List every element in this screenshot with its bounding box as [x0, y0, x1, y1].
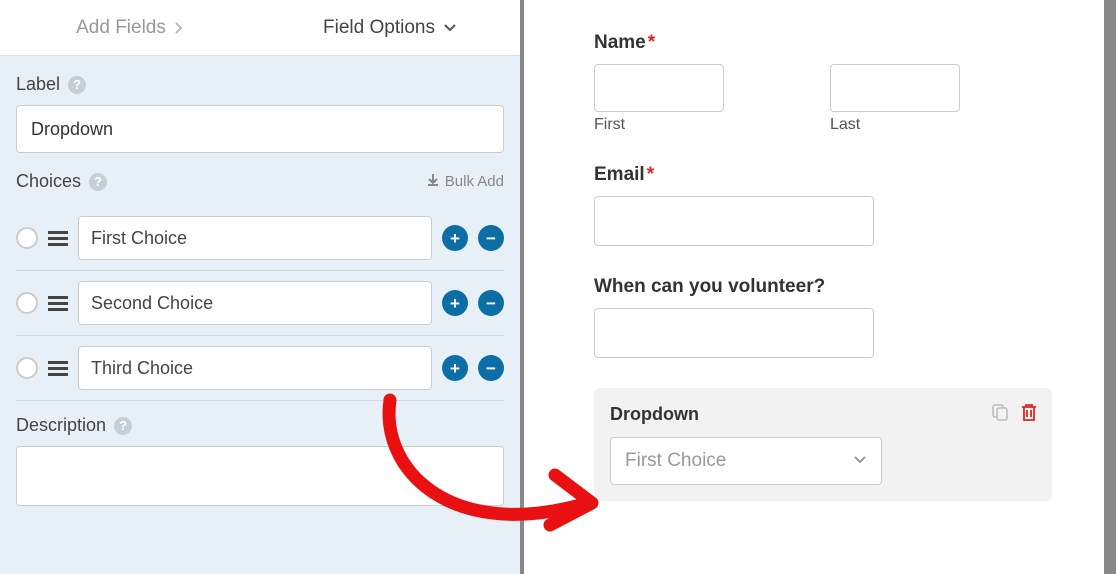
chevron-down-icon [443, 23, 457, 33]
required-icon: * [647, 164, 654, 185]
name-field[interactable]: Name* First Last [594, 32, 1052, 134]
name-label: Name* [594, 32, 1052, 54]
tab-add-fields[interactable]: Add Fields [0, 0, 260, 55]
remove-choice-button[interactable]: − [478, 225, 504, 251]
description-header: Description ? [16, 415, 504, 436]
sidebar: Add Fields Field Options Label ? Choic [0, 0, 524, 574]
duplicate-icon[interactable] [990, 402, 1010, 428]
choice-input[interactable] [78, 216, 432, 260]
choice-input[interactable] [78, 346, 432, 390]
bulk-add-button[interactable]: Bulk Add [426, 173, 504, 191]
help-icon[interactable]: ? [89, 173, 107, 191]
radio-default-icon[interactable] [16, 357, 38, 379]
volunteer-field[interactable]: When can you volunteer? [594, 276, 1052, 358]
dropdown-label: Dropdown [610, 404, 1036, 425]
chevron-right-icon [174, 21, 184, 35]
drag-handle-icon[interactable] [48, 231, 68, 246]
label-text: Email [594, 164, 645, 185]
first-name-input[interactable] [594, 64, 724, 112]
dropdown-field-selected[interactable]: Dropdown First Choice [594, 388, 1052, 501]
add-choice-button[interactable]: + [442, 290, 468, 316]
tabs: Add Fields Field Options [0, 0, 520, 56]
label-header: Label ? [16, 74, 504, 95]
add-choice-button[interactable]: + [442, 355, 468, 381]
add-choice-button[interactable]: + [442, 225, 468, 251]
choices-title: Choices [16, 171, 81, 192]
choice-row: + − [16, 206, 504, 271]
bulk-add-label: Bulk Add [445, 173, 504, 190]
choice-row: + − [16, 271, 504, 336]
description-input[interactable] [16, 446, 504, 506]
choice-input[interactable] [78, 281, 432, 325]
tab-label: Field Options [323, 17, 435, 39]
email-field[interactable]: Email* [594, 164, 1052, 246]
radio-default-icon[interactable] [16, 292, 38, 314]
email-label: Email* [594, 164, 1052, 186]
tab-field-options[interactable]: Field Options [260, 0, 520, 55]
required-icon: * [648, 32, 655, 53]
last-name-input[interactable] [830, 64, 960, 112]
dropdown-value: First Choice [625, 450, 726, 472]
email-input[interactable] [594, 196, 874, 246]
dropdown-select[interactable]: First Choice [610, 437, 882, 485]
panel: Label ? Choices ? Bulk Add [0, 56, 520, 511]
volunteer-input[interactable] [594, 308, 874, 358]
help-icon[interactable]: ? [114, 417, 132, 435]
trash-icon[interactable] [1020, 402, 1038, 428]
last-sublabel: Last [830, 116, 1052, 134]
drag-handle-icon[interactable] [48, 296, 68, 311]
choice-row: + − [16, 336, 504, 401]
first-sublabel: First [594, 116, 816, 134]
remove-choice-button[interactable]: − [478, 290, 504, 316]
volunteer-label: When can you volunteer? [594, 276, 1052, 298]
download-icon [426, 173, 440, 191]
label-input[interactable] [16, 105, 504, 153]
help-icon[interactable]: ? [68, 76, 86, 94]
description-title: Description [16, 415, 106, 436]
radio-default-icon[interactable] [16, 227, 38, 249]
label-text: Name [594, 32, 646, 53]
tab-label: Add Fields [76, 17, 166, 39]
drag-handle-icon[interactable] [48, 361, 68, 376]
choices-header: Choices ? Bulk Add [16, 171, 504, 192]
chevron-down-icon [853, 454, 867, 468]
field-controls [990, 402, 1038, 428]
label-title: Label [16, 74, 60, 95]
remove-choice-button[interactable]: − [478, 355, 504, 381]
form-preview: Name* First Last Email* When can you vol… [524, 0, 1116, 574]
